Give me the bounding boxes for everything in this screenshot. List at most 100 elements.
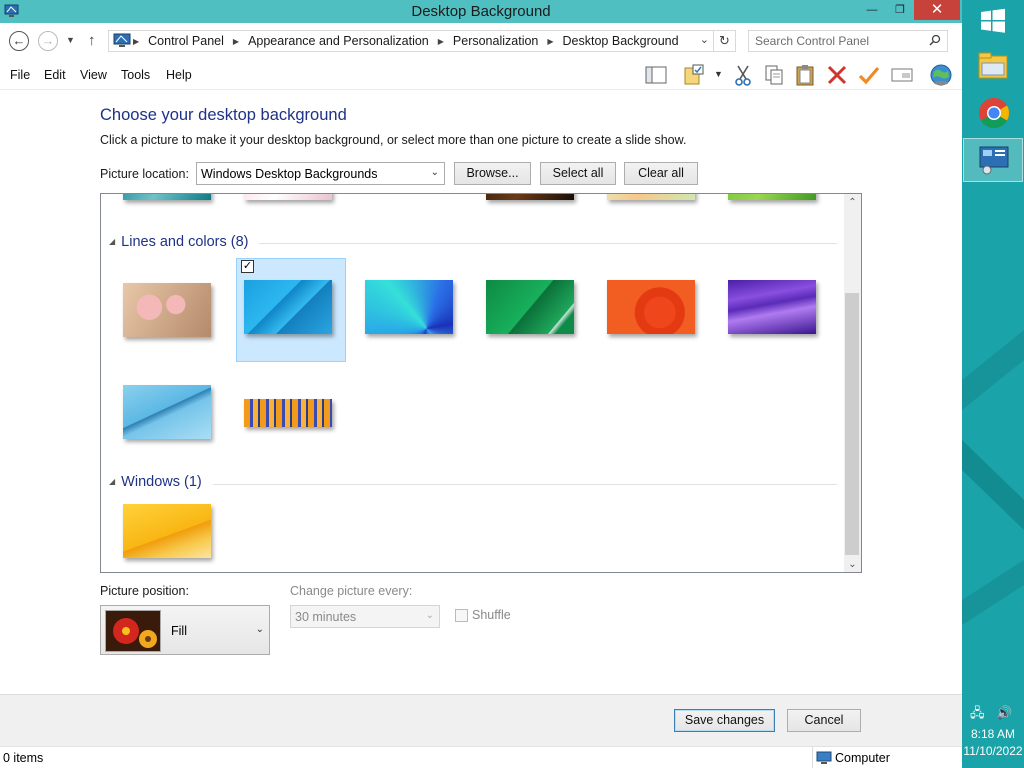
taskbar-chrome[interactable] — [963, 91, 1023, 135]
picture-position-value: Fill — [171, 624, 187, 638]
wallpaper-thumbnail[interactable] — [244, 399, 332, 427]
wallpaper-thumbnail[interactable] — [728, 194, 816, 200]
status-divider — [812, 747, 813, 768]
breadcrumb-appearance[interactable]: Appearance and Personalization — [248, 34, 429, 48]
menu-edit[interactable]: Edit — [44, 68, 66, 82]
back-button[interactable]: ← — [9, 31, 29, 51]
delete-icon[interactable] — [825, 63, 849, 87]
breadcrumb-separator[interactable]: ▶ — [133, 37, 139, 46]
gallery-scrollbar[interactable]: ⌃ ⌄ — [844, 194, 861, 572]
globe-icon[interactable] — [929, 63, 953, 87]
maximize-button[interactable]: ❐ — [886, 0, 914, 20]
menu-tools[interactable]: Tools — [121, 68, 150, 82]
position-preview — [105, 610, 161, 652]
wallpaper-thumbnail[interactable] — [607, 280, 695, 334]
minimize-button[interactable]: — — [858, 0, 886, 20]
refresh-icon[interactable]: ↻ — [713, 31, 735, 51]
thumbnail-checkbox[interactable]: ✓ — [241, 260, 254, 273]
copy-icon[interactable] — [762, 63, 786, 87]
group-title: Windows (1) — [121, 474, 202, 490]
group-header-lines-and-colors[interactable]: ◢ Lines and colors (8) — [109, 234, 249, 254]
panel-icon[interactable] — [890, 63, 914, 87]
checkmark-icon[interactable] — [857, 63, 881, 87]
menu-help[interactable]: Help — [166, 68, 192, 82]
address-dropdown[interactable]: ⌄ — [700, 33, 709, 46]
shuffle-checkbox[interactable] — [455, 609, 468, 622]
picture-location-value: Windows Desktop Backgrounds — [201, 167, 378, 181]
chrome-icon — [978, 98, 1010, 129]
search-input[interactable] — [755, 34, 925, 48]
start-windows-icon[interactable] — [980, 8, 1006, 34]
wallpaper-thumbnail[interactable] — [123, 283, 211, 337]
picture-position-select[interactable]: Fill ⌄ — [100, 605, 270, 655]
window-title: Desktop Background — [411, 3, 551, 20]
taskbar: 🖧 🔊 8:18 AM 11/10/2022 — [962, 0, 1024, 768]
search-box[interactable] — [748, 30, 948, 52]
change-picture-select[interactable]: 30 minutes ⌄ — [290, 605, 440, 628]
select-all-button[interactable]: Select all — [540, 162, 616, 185]
network-icon[interactable]: 🖧 — [970, 705, 985, 720]
breadcrumb-control-panel[interactable]: Control Panel — [148, 34, 224, 48]
chevron-down-icon: ⌄ — [255, 624, 264, 635]
footer: Save changes Cancel — [0, 694, 962, 746]
page-title: Choose your desktop background — [100, 106, 347, 124]
cancel-button[interactable]: Cancel — [787, 709, 861, 732]
clock-time[interactable]: 8:18 AM — [962, 727, 1024, 741]
menu-file[interactable]: File — [10, 68, 30, 82]
shuffle-label: Shuffle — [472, 608, 511, 622]
scroll-down-icon[interactable]: ⌄ — [844, 559, 861, 570]
breadcrumb-separator[interactable]: ▶ — [438, 37, 444, 46]
clear-all-button[interactable]: Clear all — [624, 162, 698, 185]
wallpaper-thumbnail[interactable] — [486, 280, 574, 334]
taskbar-file-explorer[interactable] — [963, 44, 1023, 88]
group-divider — [213, 484, 837, 485]
volume-icon[interactable]: 🔊 — [996, 705, 1012, 720]
breadcrumb-desktop-background[interactable]: Desktop Background — [563, 34, 679, 48]
save-changes-button[interactable]: Save changes — [674, 709, 775, 732]
wallpaper-thumbnail[interactable] — [728, 280, 816, 334]
cut-icon[interactable] — [731, 63, 755, 87]
clock-date[interactable]: 11/10/2022 — [962, 744, 1024, 758]
breadcrumb-separator[interactable]: ▶ — [233, 37, 239, 46]
file-explorer-icon — [978, 52, 1008, 79]
picture-location-label: Picture location: — [100, 167, 189, 181]
pane-icon[interactable] — [644, 63, 668, 87]
forward-button[interactable]: → — [38, 31, 58, 51]
group-header-windows[interactable]: ◢ Windows (1) — [109, 474, 202, 494]
close-button[interactable]: ✕ — [914, 0, 960, 20]
wallpaper-thumbnail[interactable] — [123, 504, 211, 558]
menu-bar: File Edit View Tools Help ▼ — [0, 60, 962, 90]
scroll-up-icon[interactable]: ⌃ — [844, 197, 861, 208]
browse-button[interactable]: Browse... — [454, 162, 531, 185]
group-title: Lines and colors (8) — [121, 234, 249, 250]
picture-location-select[interactable]: Windows Desktop Backgrounds ⌄ — [196, 162, 445, 185]
breadcrumb[interactable]: ▶ Control Panel ▶ Appearance and Persona… — [108, 30, 736, 52]
status-location: Computer — [835, 751, 890, 765]
wallpaper-thumbnail[interactable] — [244, 194, 332, 200]
collapse-icon[interactable]: ◢ — [109, 237, 115, 246]
change-picture-value: 30 minutes — [295, 610, 357, 624]
wallpaper-thumbnail[interactable] — [244, 280, 332, 334]
wallpaper-thumbnail[interactable] — [123, 194, 211, 200]
collapse-icon[interactable]: ◢ — [109, 477, 115, 486]
wallpaper-thumbnail[interactable] — [607, 194, 695, 200]
breadcrumb-separator[interactable]: ▶ — [547, 37, 553, 46]
search-icon[interactable] — [929, 34, 941, 46]
up-button[interactable]: ↑ — [88, 32, 96, 49]
wallpaper-thumbnail[interactable] — [365, 280, 453, 334]
taskbar-control-panel[interactable] — [963, 138, 1023, 182]
control-panel-icon — [113, 33, 131, 47]
picture-gallery[interactable]: ◢ Lines and colors (8) ✓ ◢ Windows (1) ⌃ ⌄ — [100, 193, 862, 573]
computer-icon — [816, 751, 832, 764]
recent-pages-dropdown[interactable]: ▼ — [66, 35, 75, 45]
menu-view[interactable]: View — [80, 68, 107, 82]
breadcrumb-personalization[interactable]: Personalization — [453, 34, 538, 48]
scroll-thumb[interactable] — [845, 293, 859, 555]
wallpaper-thumbnail[interactable] — [486, 194, 574, 200]
properties-icon[interactable] — [682, 63, 706, 87]
properties-dropdown-icon[interactable]: ▼ — [714, 69, 723, 79]
picture-position-label: Picture position: — [100, 584, 189, 598]
paste-icon[interactable] — [793, 63, 817, 87]
item-count: 0 items — [3, 751, 44, 765]
wallpaper-thumbnail[interactable] — [123, 385, 211, 439]
